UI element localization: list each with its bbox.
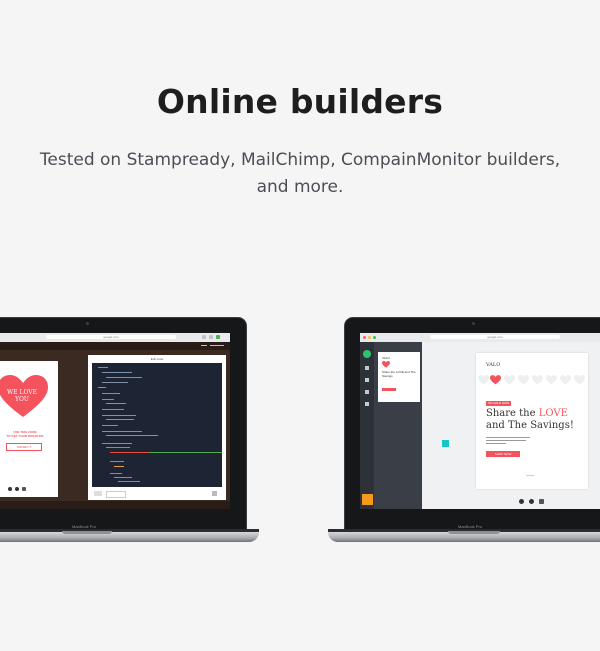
email-heading: Share the LOVE and The Savings!: [486, 408, 574, 431]
heart-outline-icon: [518, 375, 529, 385]
sidebar-action-button[interactable]: [362, 494, 373, 505]
window-max-icon[interactable]: [373, 336, 376, 339]
email-preview: VALO ON SALE NOW Share the LOVE and The S…: [476, 353, 588, 489]
heart-outline-icon: [504, 375, 515, 385]
builder-logo-icon: [363, 350, 371, 358]
heart-icon: [382, 361, 390, 368]
email-logo: VALO: [486, 362, 501, 368]
url-field[interactable]: google.com: [430, 335, 560, 339]
hearts-row: [478, 375, 588, 385]
twitter-icon[interactable]: [529, 499, 534, 504]
heart-outline-icon: [560, 375, 571, 385]
facebook-icon[interactable]: [519, 499, 524, 504]
sidebar-item-send[interactable]: [365, 402, 369, 406]
builder-panel: VALO Share the LOVE and The Savings: [374, 342, 422, 509]
shop-now-button[interactable]: SHOP NOW: [486, 451, 520, 457]
email-body-line: [486, 440, 526, 441]
heart-outline-icon: [532, 375, 543, 385]
browser-bar: google.com: [360, 333, 600, 342]
heart-outline-icon: [574, 375, 585, 385]
laptop-right-brand: MacBook Pro: [458, 524, 483, 529]
window-close-icon[interactable]: [363, 336, 366, 339]
sale-badge: ON SALE NOW: [486, 401, 512, 406]
laptop-right-notch: [448, 531, 500, 534]
sidebar-item-pages[interactable]: [365, 390, 369, 394]
thumb-logo: VALO: [382, 356, 390, 360]
laptop-right-camera: [472, 322, 475, 325]
heart-icon: [490, 375, 501, 385]
sidebar-item-layout[interactable]: [365, 366, 369, 370]
email-body-line: [486, 437, 530, 438]
laptop-right-screen: google.com VALO Share the LOVE and The S…: [360, 333, 600, 509]
sidebar-item-content[interactable]: [365, 378, 369, 382]
laptop-right: google.com VALO Share the LOVE and The S…: [0, 0, 600, 651]
email-body-line: [486, 443, 506, 444]
footer-divider: [526, 475, 534, 476]
thumb-heading: Share the LOVE and The Savings: [382, 370, 416, 378]
add-block-button[interactable]: [442, 440, 449, 447]
template-thumb[interactable]: VALO Share the LOVE and The Savings: [378, 352, 420, 402]
window-min-icon[interactable]: [368, 336, 371, 339]
instagram-icon[interactable]: [539, 499, 544, 504]
thumb-button: [382, 388, 396, 391]
heart-outline-icon: [546, 375, 557, 385]
heart-outline-icon: [478, 375, 489, 385]
builder-sidebar: [360, 342, 374, 509]
